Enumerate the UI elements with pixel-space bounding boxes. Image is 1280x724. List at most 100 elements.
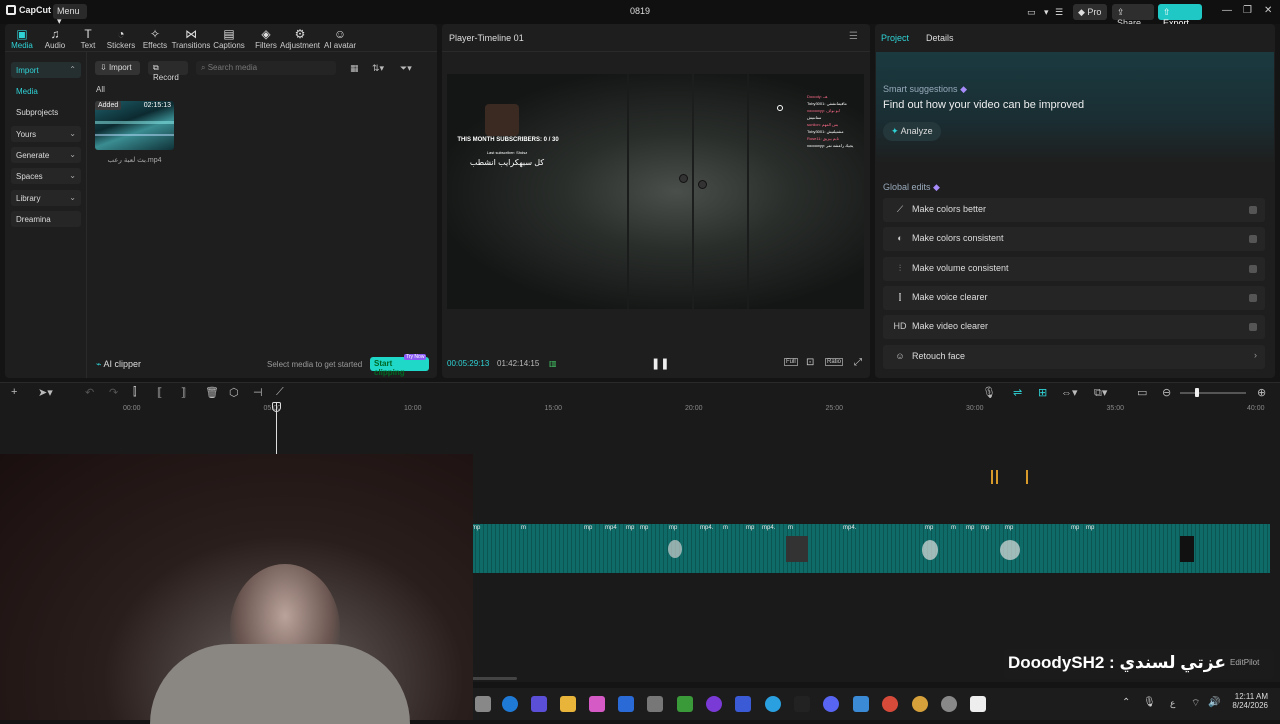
tab-captions[interactable]: ▤ Captions xyxy=(209,27,249,50)
telegram-icon[interactable] xyxy=(765,696,781,712)
media-thumbnail[interactable]: Added 02:15:13 xyxy=(95,101,174,150)
tab-project[interactable]: Project xyxy=(881,33,909,43)
record-button[interactable]: ⧉ Record xyxy=(148,61,188,82)
language-indicator[interactable]: ع xyxy=(1170,698,1175,709)
caption-icon[interactable]: ▭ xyxy=(1137,386,1147,399)
capcut-taskbar-icon[interactable] xyxy=(970,696,986,712)
chevron-down-icon[interactable]: ▾ xyxy=(1044,4,1054,20)
minecraft-icon[interactable] xyxy=(677,696,693,712)
sidebar-item-spaces[interactable]: Spaces ⌄ xyxy=(11,168,81,184)
zoom-in-icon[interactable]: ⊕ xyxy=(1257,386,1266,399)
global-edit-make-volume-consistent[interactable]: ⫶ Make volume consistent xyxy=(883,256,1265,281)
app-icon[interactable] xyxy=(706,696,722,712)
select-tool-icon[interactable]: ➤▾ xyxy=(38,386,53,399)
minimize-icon[interactable]: — xyxy=(1222,5,1232,16)
zoom-slider-handle[interactable] xyxy=(1195,388,1199,397)
tab-transitions[interactable]: ⋈ Transitions xyxy=(171,27,211,50)
copilot-icon[interactable] xyxy=(531,696,547,712)
toggle[interactable] xyxy=(1249,235,1257,244)
magic-icon[interactable]: ⟋ xyxy=(276,386,284,399)
sidebar-item-media[interactable]: Media xyxy=(11,83,81,99)
tab-adjustment[interactable]: ⚙ Adjustment xyxy=(280,27,320,50)
undo-icon[interactable]: ↶ xyxy=(85,386,94,399)
chrome-icon[interactable] xyxy=(882,696,898,712)
obs-icon[interactable] xyxy=(941,696,957,712)
maximize-icon[interactable]: ❐ xyxy=(1243,5,1252,16)
global-edit-make-colors-consistent[interactable]: ◐ Make colors consistent xyxy=(883,227,1265,252)
shortcuts-icon[interactable]: ☰ xyxy=(1055,4,1069,20)
redo-icon[interactable]: ↷ xyxy=(109,386,118,399)
tab-ai-avatar[interactable]: ☺ AI avatar xyxy=(320,27,360,50)
zoom-out-icon[interactable]: ⊖ xyxy=(1162,386,1171,399)
ratio-button[interactable]: Ratio xyxy=(825,358,844,366)
sort-icon[interactable]: ⇅▾ xyxy=(372,63,384,74)
sidebar-item-generate[interactable]: Generate ⌄ xyxy=(11,147,81,163)
delete-icon[interactable]: 🗑 xyxy=(205,386,219,399)
add-track-icon[interactable]: + xyxy=(11,386,17,398)
toggle[interactable] xyxy=(1249,206,1257,214)
edge-icon[interactable] xyxy=(502,696,518,712)
analyze-button[interactable]: ✦ Analyze xyxy=(883,122,941,141)
app-icon[interactable] xyxy=(853,696,869,712)
sidebar-item-library[interactable]: Library ⌄ xyxy=(11,190,81,206)
grid-view-icon[interactable]: ▦ xyxy=(350,63,359,74)
preview-axis-icon[interactable]: ⇔▾ xyxy=(1061,386,1078,399)
app-icon[interactable] xyxy=(647,696,663,712)
zoom-slider[interactable] xyxy=(1180,392,1246,394)
file-explorer-icon[interactable] xyxy=(560,696,576,712)
global-edit-make-colors-better[interactable]: ⟋ Make colors better xyxy=(883,198,1265,222)
magnet-icon[interactable]: ⊞ xyxy=(1038,386,1047,399)
filter-all[interactable]: All xyxy=(96,85,105,94)
search-input[interactable]: ⌕ Search media xyxy=(196,61,336,75)
sidebar-item-yours[interactable]: Yours ⌄ xyxy=(11,126,81,142)
mic-tray-icon[interactable]: 🎙 xyxy=(1143,697,1156,708)
global-edit-make-video-clearer[interactable]: HD Make video clearer xyxy=(883,315,1265,340)
global-edit-make-voice-clearer[interactable]: ⫿ Make voice clearer xyxy=(883,285,1265,310)
pro-button[interactable]: ◆ Pro xyxy=(1073,4,1107,20)
discord-icon[interactable] xyxy=(823,696,839,712)
store-icon[interactable] xyxy=(618,696,634,712)
sidebar-item-import[interactable]: Import ⌃ xyxy=(11,62,81,78)
fullscreen-icon[interactable]: ⤢ xyxy=(854,357,862,368)
volume-icon[interactable]: 🔊 xyxy=(1208,697,1220,708)
toggle[interactable] xyxy=(1249,264,1257,273)
chrome-icon[interactable] xyxy=(912,696,928,712)
video-track[interactable] xyxy=(472,524,1270,573)
import-button[interactable]: ⇩ Import xyxy=(95,61,140,75)
app-icon[interactable] xyxy=(735,696,751,712)
microphone-icon[interactable]: 🎙 xyxy=(982,386,996,399)
crop-icon[interactable]: ⊣ xyxy=(253,386,263,399)
waveform-icon[interactable]: ▥ xyxy=(549,359,557,368)
layout-icon[interactable]: ▭ xyxy=(1025,4,1041,20)
share-button[interactable]: ⇪ Share xyxy=(1112,4,1154,28)
player-menu-icon[interactable]: ☰ xyxy=(849,31,858,42)
export-button[interactable]: ⇧ Export xyxy=(1158,4,1202,28)
tiktok-icon[interactable] xyxy=(794,696,810,712)
toggle[interactable] xyxy=(1249,293,1257,302)
tab-effects[interactable]: ✧ Effects xyxy=(135,27,175,50)
ai-clipper[interactable]: ⌁ AI clipper xyxy=(96,359,141,370)
track-view-icon[interactable]: ⧉▾ xyxy=(1094,386,1107,400)
filter-icon[interactable]: ⏷▾ xyxy=(400,63,412,74)
shield-icon[interactable]: ⬡ xyxy=(229,386,239,399)
full-quality-button[interactable]: Full xyxy=(784,358,798,366)
playhead-handle[interactable] xyxy=(272,402,281,412)
split-left-icon[interactable]: ⟦ xyxy=(157,386,162,399)
clock[interactable]: 12:11 AM 8/24/2026 xyxy=(1228,692,1268,710)
app-icon[interactable] xyxy=(589,696,605,712)
start-icon[interactable] xyxy=(475,696,491,712)
close-icon[interactable]: ✕ xyxy=(1264,5,1272,16)
sidebar-item-dreamina[interactable]: Dreamina xyxy=(11,211,81,227)
pause-icon[interactable]: ❚❚ xyxy=(651,357,669,370)
global-edit-retouch-face[interactable]: ☺ Retouch face › xyxy=(883,344,1265,369)
video-preview[interactable]: THIS MONTH SUBSCRIBERS: 0 / 30 Last subs… xyxy=(447,74,864,309)
sidebar-item-subprojects[interactable]: Subprojects xyxy=(11,104,81,120)
snapshot-icon[interactable]: ⊡ xyxy=(806,357,814,368)
link-icon[interactable]: ⇌ xyxy=(1013,386,1022,399)
chevron-up-icon[interactable]: ⌃ xyxy=(1122,697,1130,708)
timeline-scrollbar[interactable] xyxy=(472,677,517,680)
split-icon[interactable]: ⫿ xyxy=(133,386,137,399)
toggle[interactable] xyxy=(1249,323,1257,332)
tab-details[interactable]: Details xyxy=(926,33,954,43)
wifi-icon[interactable]: ⌔ xyxy=(1191,697,1200,710)
